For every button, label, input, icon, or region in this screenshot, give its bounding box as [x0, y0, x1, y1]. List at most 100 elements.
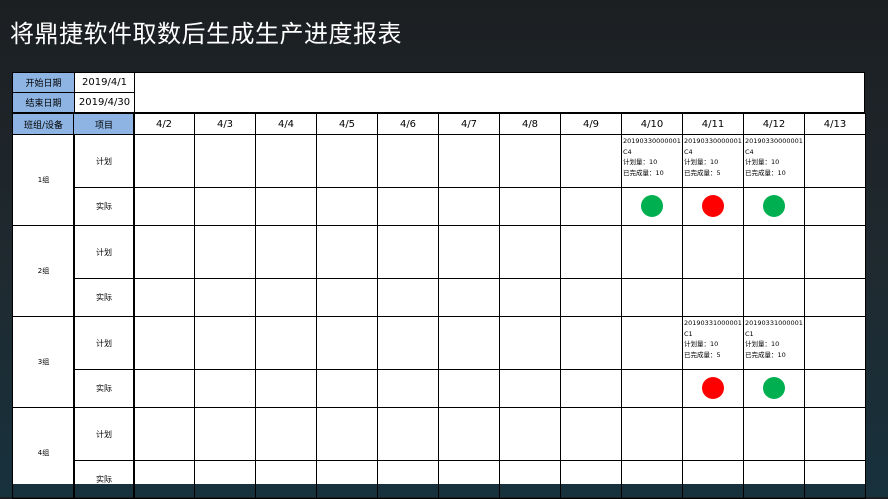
actual-cell[interactable]	[255, 278, 317, 317]
actual-cell[interactable]	[804, 369, 866, 408]
plan-cell[interactable]	[804, 316, 866, 370]
plan-cell[interactable]	[804, 407, 866, 461]
plan-cell[interactable]	[621, 225, 683, 279]
plan-cell[interactable]	[560, 134, 622, 188]
actual-cell[interactable]	[255, 460, 317, 499]
plan-cell[interactable]	[255, 316, 317, 370]
plan-cell[interactable]	[560, 407, 622, 461]
actual-cell[interactable]	[377, 187, 439, 226]
actual-cell[interactable]	[621, 278, 683, 317]
plan-cell[interactable]	[682, 407, 744, 461]
plan-cell[interactable]	[438, 407, 500, 461]
plan-order-number: 20190330000001	[623, 137, 681, 145]
plan-cell[interactable]	[438, 225, 500, 279]
plan-cell[interactable]	[743, 225, 805, 279]
actual-cell[interactable]	[804, 460, 866, 499]
date-column-header: 4/3	[194, 113, 256, 135]
plan-cell[interactable]	[499, 407, 561, 461]
plan-cell[interactable]	[194, 225, 256, 279]
end-date-value[interactable]: 2019/4/30	[74, 92, 135, 113]
actual-cell[interactable]	[499, 460, 561, 499]
actual-cell[interactable]	[133, 460, 195, 499]
actual-cell[interactable]	[194, 369, 256, 408]
plan-cell[interactable]	[377, 316, 439, 370]
actual-cell[interactable]	[316, 460, 378, 499]
plan-cell[interactable]	[621, 316, 683, 370]
date-column-header: 4/5	[316, 113, 378, 135]
actual-cell[interactable]	[804, 187, 866, 226]
actual-cell[interactable]	[560, 369, 622, 408]
actual-cell[interactable]	[438, 369, 500, 408]
plan-cell[interactable]	[194, 407, 256, 461]
plan-cell[interactable]	[316, 407, 378, 461]
group-label: 1组	[12, 134, 75, 226]
status-green-dot	[640, 195, 663, 217]
plan-cell[interactable]	[438, 134, 500, 188]
actual-cell[interactable]	[255, 187, 317, 226]
plan-cell[interactable]	[438, 316, 500, 370]
actual-cell[interactable]	[316, 369, 378, 408]
plan-cell[interactable]	[255, 134, 317, 188]
plan-cell[interactable]	[743, 407, 805, 461]
actual-cell[interactable]	[499, 369, 561, 408]
plan-cell[interactable]	[133, 316, 195, 370]
actual-cell[interactable]	[682, 460, 744, 499]
plan-cell[interactable]	[682, 225, 744, 279]
actual-cell[interactable]	[133, 187, 195, 226]
plan-quantity: 计划量：10	[623, 158, 658, 166]
actual-cell[interactable]	[316, 278, 378, 317]
plan-cell[interactable]	[255, 225, 317, 279]
actual-cell[interactable]	[194, 460, 256, 499]
plan-cell[interactable]	[194, 316, 256, 370]
plan-cell[interactable]	[194, 134, 256, 188]
actual-cell[interactable]	[804, 278, 866, 317]
actual-row-label: 实际	[73, 460, 135, 499]
actual-cell[interactable]	[438, 460, 500, 499]
plan-cell[interactable]	[499, 316, 561, 370]
actual-cell[interactable]	[194, 278, 256, 317]
actual-cell[interactable]	[621, 460, 683, 499]
actual-cell[interactable]	[743, 460, 805, 499]
actual-cell[interactable]	[377, 278, 439, 317]
plan-cell[interactable]	[804, 225, 866, 279]
actual-cell[interactable]	[438, 187, 500, 226]
plan-quantity: 计划量：10	[684, 158, 719, 166]
actual-cell[interactable]	[499, 187, 561, 226]
actual-cell[interactable]	[682, 278, 744, 317]
actual-cell[interactable]	[377, 369, 439, 408]
actual-cell[interactable]	[377, 460, 439, 499]
actual-cell[interactable]	[560, 460, 622, 499]
plan-cell[interactable]	[133, 225, 195, 279]
plan-cell[interactable]	[133, 407, 195, 461]
plan-cell[interactable]	[255, 407, 317, 461]
plan-cell[interactable]	[499, 134, 561, 188]
actual-cell[interactable]	[133, 278, 195, 317]
plan-cell[interactable]	[377, 407, 439, 461]
actual-cell[interactable]	[499, 278, 561, 317]
plan-cell[interactable]	[316, 225, 378, 279]
plan-cell[interactable]	[133, 134, 195, 188]
plan-cell[interactable]	[316, 316, 378, 370]
actual-cell[interactable]	[194, 187, 256, 226]
actual-cell[interactable]	[438, 278, 500, 317]
plan-entry: 20190330000001 C4 计划量：10 已完成量：10	[621, 135, 684, 178]
start-date-value[interactable]: 2019/4/1	[74, 72, 135, 93]
actual-cell[interactable]	[133, 369, 195, 408]
plan-cell[interactable]	[377, 225, 439, 279]
actual-cell[interactable]	[560, 187, 622, 226]
plan-cell[interactable]	[377, 134, 439, 188]
actual-cell[interactable]	[621, 369, 683, 408]
plan-cell[interactable]	[499, 225, 561, 279]
plan-cell[interactable]	[621, 407, 683, 461]
plan-cell[interactable]	[560, 225, 622, 279]
actual-cell[interactable]	[316, 187, 378, 226]
actual-cell[interactable]	[255, 369, 317, 408]
plan-cell[interactable]	[804, 134, 866, 188]
actual-cell[interactable]	[560, 278, 622, 317]
plan-cell[interactable]	[560, 316, 622, 370]
plan-cell[interactable]	[316, 134, 378, 188]
plan-product-code: C4	[745, 147, 754, 156]
completed-quantity: 已完成量：10	[745, 168, 786, 177]
actual-cell[interactable]	[743, 278, 805, 317]
item-column-header: 项目	[73, 113, 135, 135]
